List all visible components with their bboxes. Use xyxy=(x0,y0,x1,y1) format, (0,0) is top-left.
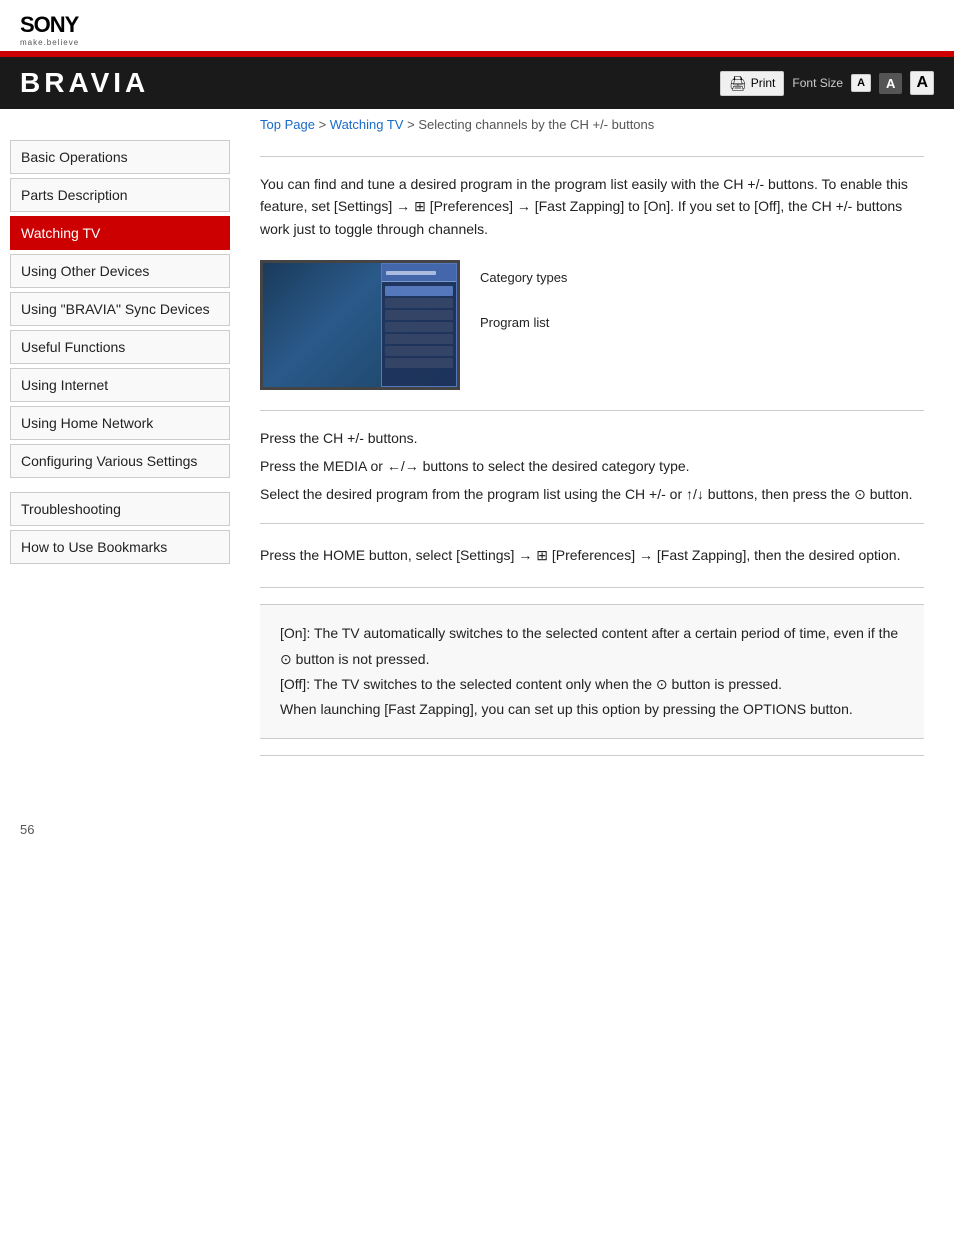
main-content: You can find and tune a desired program … xyxy=(240,140,954,802)
sidebar-item-parts-description[interactable]: Parts Description xyxy=(10,178,230,212)
sidebar-item-using-other-devices[interactable]: Using Other Devices xyxy=(10,254,230,288)
divider-info-top xyxy=(260,587,924,588)
annotation-category-types: Category types xyxy=(480,270,567,285)
step-2: Press the MEDIA or ←/→ buttons to select… xyxy=(260,455,924,479)
sony-tagline: make.believe xyxy=(20,38,934,47)
bravia-title: BRAVIA xyxy=(20,67,720,99)
sidebar-item-basic-operations[interactable]: Basic Operations xyxy=(10,140,230,174)
sidebar-item-using-home-network[interactable]: Using Home Network xyxy=(10,406,230,440)
sidebar: Basic Operations Parts Description Watch… xyxy=(0,140,240,802)
step-3: Select the desired program from the prog… xyxy=(260,483,924,507)
bravia-header: BRAVIA 🖨 Print Font Size A A A xyxy=(0,57,954,109)
sidebar-item-useful-functions[interactable]: Useful Functions xyxy=(10,330,230,364)
breadcrumb-top-page[interactable]: Top Page xyxy=(260,117,315,132)
sidebar-item-using-internet[interactable]: Using Internet xyxy=(10,368,230,402)
annotation-category-types-label: Category types xyxy=(480,270,567,285)
font-size-label: Font Size xyxy=(792,76,843,90)
header-controls: 🖨 Print Font Size A A A xyxy=(720,71,934,96)
breadcrumb-sep2: > xyxy=(407,117,418,132)
font-medium-button[interactable]: A xyxy=(879,73,902,94)
info-box: [On]: The TV automatically switches to t… xyxy=(260,604,924,739)
sony-logo-area: SONY make.believe xyxy=(0,0,954,51)
step-1: Press the CH +/- buttons. xyxy=(260,427,924,451)
sidebar-item-how-to-use[interactable]: How to Use Bookmarks xyxy=(10,530,230,564)
info-line-3: When launching [Fast Zapping], you can s… xyxy=(280,697,904,722)
font-large-button[interactable]: A xyxy=(910,71,934,95)
tv-screen xyxy=(260,260,460,390)
note-text: Press the HOME button, select [Settings]… xyxy=(260,544,924,568)
print-label: Print xyxy=(751,76,776,90)
info-line-2: [Off]: The TV switches to the selected c… xyxy=(280,672,904,697)
annotation-program-list-label: Program list xyxy=(480,315,549,330)
breadcrumb-watching-tv[interactable]: Watching TV xyxy=(330,117,404,132)
steps-section: Press the CH +/- buttons. Press the MEDI… xyxy=(260,427,924,506)
divider-steps-top xyxy=(260,410,924,411)
page-number: 56 xyxy=(0,802,954,837)
tv-screen-container xyxy=(260,260,460,390)
main-layout: Basic Operations Parts Description Watch… xyxy=(0,140,954,802)
sidebar-item-using-bravia-sync[interactable]: Using "BRAVIA" Sync Devices xyxy=(10,292,230,326)
sidebar-item-watching-tv[interactable]: Watching TV xyxy=(10,216,230,250)
divider-top xyxy=(260,156,924,157)
print-icon: 🖨 xyxy=(729,75,747,92)
breadcrumb: Top Page > Watching TV > Selecting chann… xyxy=(0,109,954,140)
intro-paragraph: You can find and tune a desired program … xyxy=(260,173,924,240)
tv-annotations: Category types Program list xyxy=(480,260,567,330)
program-list-panel xyxy=(382,263,457,387)
divider-bottom xyxy=(260,755,924,756)
annotation-program-list: Program list xyxy=(480,315,567,330)
print-button[interactable]: 🖨 Print xyxy=(720,71,784,96)
breadcrumb-current: Selecting channels by the CH +/- buttons xyxy=(418,117,654,132)
sidebar-item-configuring-settings[interactable]: Configuring Various Settings xyxy=(10,444,230,478)
sony-brand: SONY xyxy=(20,12,934,38)
divider-note-top xyxy=(260,523,924,524)
note-section: Press the HOME button, select [Settings]… xyxy=(260,544,924,568)
info-line-1: [On]: The TV automatically switches to t… xyxy=(280,621,904,671)
sidebar-item-troubleshooting[interactable]: Troubleshooting xyxy=(10,492,230,526)
breadcrumb-sep1: > xyxy=(319,117,330,132)
tv-illustration: Category types Program list xyxy=(260,260,924,390)
font-small-button[interactable]: A xyxy=(851,74,871,92)
